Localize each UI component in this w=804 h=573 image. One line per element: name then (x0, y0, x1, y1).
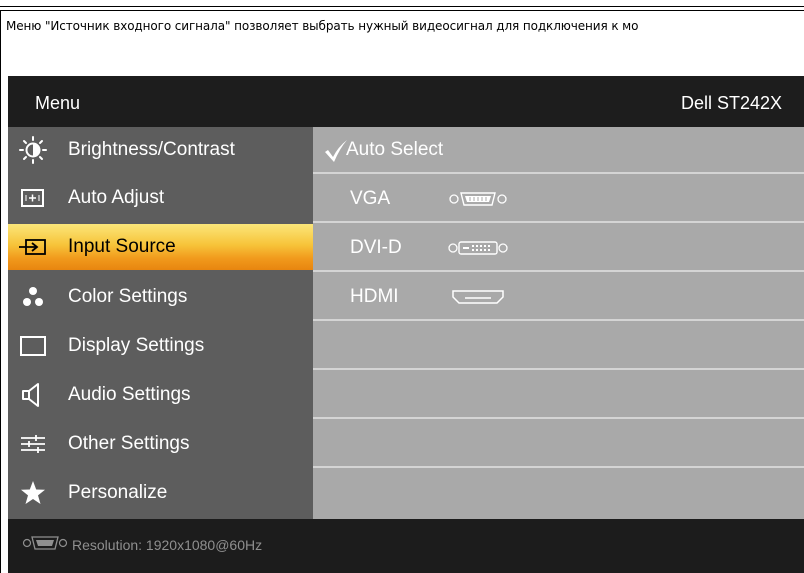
sliders-icon (18, 429, 48, 459)
brightness-icon (18, 135, 48, 165)
input-options-panel: Auto Select VGA DVI-D HDMI (313, 127, 804, 519)
menu-item-input-source[interactable]: Input Source (8, 224, 313, 270)
color-settings-icon (18, 282, 48, 312)
menu-item-label: Auto Adjust (68, 187, 165, 208)
osd-header: Menu Dell ST242X (8, 76, 804, 127)
menu-item-label: Display Settings (68, 335, 205, 356)
menu-item-label: Audio Settings (68, 384, 191, 405)
vga-connector-icon (22, 534, 68, 557)
option-empty-row (313, 323, 804, 370)
option-label: DVI-D (350, 237, 402, 258)
option-label: HDMI (350, 286, 399, 307)
resolution-status: Resolution: 1920x1080@60Hz (72, 537, 263, 553)
monitor-osd: Menu Dell ST242X Brightness/Contrast Aut… (8, 76, 804, 573)
input-source-icon (18, 232, 48, 262)
osd-menu-list: Brightness/Contrast Auto Adjust Input So… (8, 127, 313, 519)
menu-item-label: Color Settings (68, 286, 188, 307)
auto-adjust-icon (18, 183, 48, 213)
menu-item-color-settings[interactable]: Color Settings (8, 274, 313, 320)
menu-item-display-settings[interactable]: Display Settings (8, 323, 313, 369)
display-settings-icon (18, 331, 48, 361)
dvi-connector-icon (447, 239, 509, 262)
menu-item-label: Brightness/Contrast (68, 139, 235, 160)
star-icon (18, 478, 48, 508)
osd-footer: Resolution: 1920x1080@60Hz (8, 519, 804, 573)
option-empty-row (313, 372, 804, 419)
menu-item-label: Other Settings (68, 433, 190, 454)
menu-item-brightness-contrast[interactable]: Brightness/Contrast (8, 127, 313, 173)
option-empty-row (313, 470, 804, 517)
speaker-icon (18, 380, 48, 410)
option-label: VGA (350, 188, 391, 209)
menu-item-other-settings[interactable]: Other Settings (8, 421, 313, 467)
option-dvi-d[interactable]: DVI-D (313, 225, 804, 272)
option-empty-row (313, 421, 804, 468)
menu-item-auto-adjust[interactable]: Auto Adjust (8, 175, 313, 221)
description-text: Меню "Источник входного сигнала" позволя… (6, 19, 639, 33)
option-hdmi[interactable]: HDMI (313, 274, 804, 321)
menu-item-audio-settings[interactable]: Audio Settings (8, 372, 313, 418)
hdmi-connector-icon (447, 288, 509, 311)
menu-item-label: Input Source (68, 236, 176, 257)
model-name: Dell ST242X (681, 93, 783, 113)
option-auto-select[interactable]: Auto Select (313, 127, 804, 174)
menu-item-label: Personalize (68, 482, 168, 503)
vga-connector-icon (447, 190, 509, 213)
menu-title: Menu (35, 93, 81, 113)
option-vga[interactable]: VGA (313, 176, 804, 223)
menu-item-personalize[interactable]: Personalize (8, 470, 313, 516)
option-label: Auto Select (346, 139, 444, 160)
